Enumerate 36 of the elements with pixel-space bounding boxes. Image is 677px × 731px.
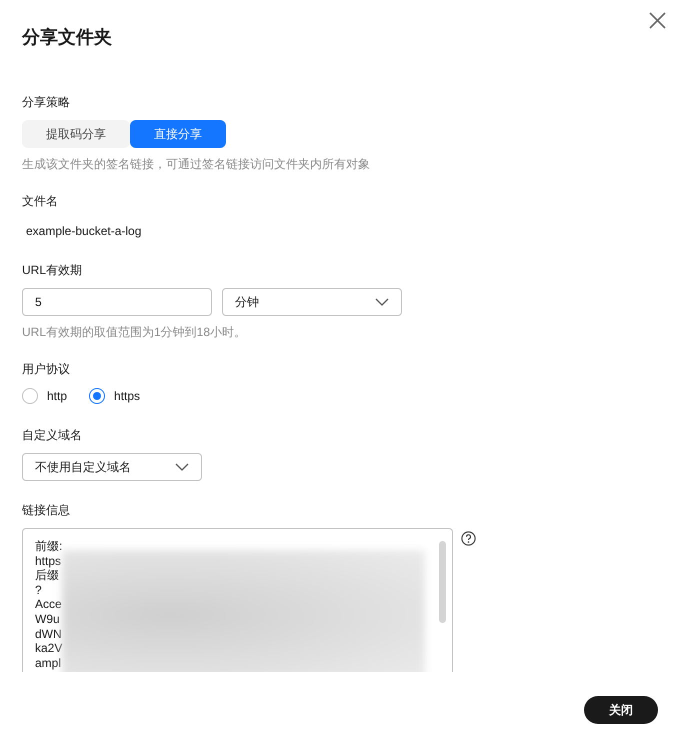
segment-tab[interactable]: 直接分享: [130, 120, 226, 148]
field-label: 链接信息: [22, 502, 70, 518]
chevron-down-icon: [175, 463, 189, 471]
segment-tab[interactable]: 提取码分享: [22, 120, 130, 148]
chevron-down-icon: [375, 298, 389, 306]
dialog-title: 分享文件夹: [22, 26, 113, 48]
field-label: URL有效期: [22, 262, 82, 278]
text-line: dWN: [35, 626, 62, 642]
text-line: W9u: [35, 612, 60, 627]
number-input[interactable]: 5: [22, 288, 212, 316]
text-line: https: [35, 554, 62, 568]
dropdown[interactable]: 不使用自定义域名: [22, 453, 202, 481]
text-line: Acce: [35, 597, 62, 612]
text-line: ka2V: [35, 641, 62, 656]
field-label: 分享策略: [22, 94, 70, 110]
text-line: 前缀:: [35, 539, 62, 554]
field-label: 用户协议: [22, 361, 70, 377]
radio-label: http: [47, 389, 68, 403]
radio-button[interactable]: [22, 388, 38, 404]
scrollbar[interactable]: [439, 541, 446, 623]
radio-button[interactable]: [89, 388, 106, 404]
text-line: ampl: [35, 656, 62, 670]
dropdown-value: 不使用自定义域名: [35, 458, 131, 476]
text-line: 后缀: [35, 568, 59, 583]
dropdown-value: 分钟: [235, 294, 259, 310]
help-icon[interactable]: [461, 531, 476, 546]
close-icon[interactable]: [649, 12, 666, 29]
file-name-value: example-bucket-a-log: [26, 223, 142, 239]
field-label: 文件名: [22, 193, 58, 209]
close-button[interactable]: 关闭: [584, 696, 658, 724]
field-label: 自定义域名: [22, 427, 82, 443]
text-line: ?: [35, 582, 42, 598]
dropdown[interactable]: 分钟: [222, 288, 402, 316]
radio-label: https: [114, 389, 140, 403]
hint-text: 生成该文件夹的签名链接，可通过签名链接访问文件夹内所有对象: [22, 156, 370, 172]
hint-text: URL有效期的取值范围为1分钟到18小时。: [22, 324, 246, 340]
